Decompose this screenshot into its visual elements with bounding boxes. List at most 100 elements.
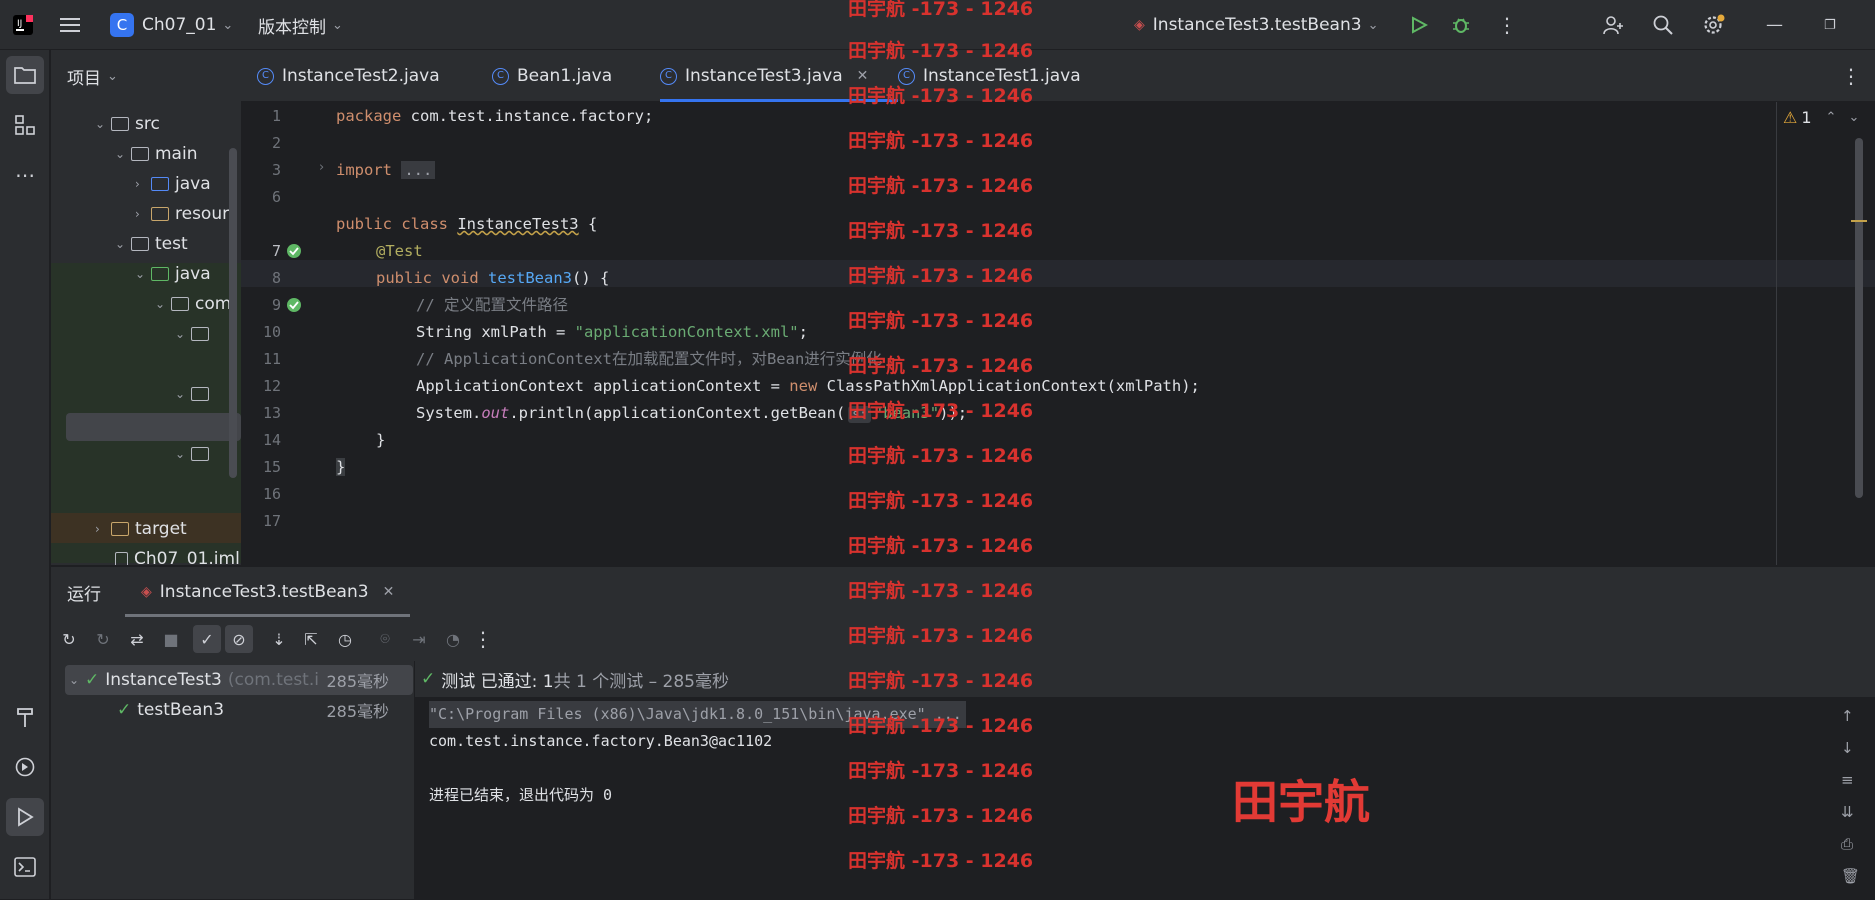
tree-scrollbar[interactable] xyxy=(229,148,237,478)
run-toolbar: ↻ ↻ ⇄ ■ ✓ ⊘ ⇣ ⇱ ◷ ⌾ ⇥ ◔ ⋮ xyxy=(51,617,1875,661)
tree-row-main[interactable]: ⌄ main xyxy=(115,139,197,169)
run-tool-button[interactable] xyxy=(6,798,44,836)
rerun-icon: ↻ xyxy=(62,629,76,649)
package-icon xyxy=(191,387,209,401)
right-margin-guide xyxy=(1776,102,1777,565)
show-passed-toggle[interactable]: ✓ xyxy=(193,625,221,653)
more-vertical-icon: ⋮ xyxy=(473,627,493,651)
chevron-down-icon[interactable]: ⌄ xyxy=(1848,110,1859,125)
code-line: } xyxy=(336,458,346,476)
tree-row-target[interactable]: › target xyxy=(95,514,187,544)
sort-alphabetically-button[interactable]: ⇣ xyxy=(265,625,293,653)
folder-icon xyxy=(131,147,149,161)
import-results-button[interactable]: ⇥ xyxy=(405,625,433,653)
print-icon[interactable]: ⎙ xyxy=(1841,835,1853,853)
run-icon xyxy=(18,807,34,827)
tab-instancetest3[interactable]: C InstanceTest3.java ✕ xyxy=(660,50,899,102)
code-line: // 定义配置文件路径 xyxy=(416,296,568,314)
collapse-all-button[interactable]: ⇱ xyxy=(297,625,325,653)
tree-row-resources[interactable]: › resour xyxy=(135,199,229,229)
console-output[interactable]: ✓ 测试 已通过: 1 共 1 个测试 – 285毫秒 "C:\Program … xyxy=(415,661,1875,900)
more-horizontal-icon: ⋯ xyxy=(15,163,35,187)
tab-instancetest2[interactable]: C InstanceTest2.java xyxy=(257,50,440,102)
add-user-button[interactable] xyxy=(1602,0,1624,50)
test-history-button[interactable]: ◷ xyxy=(331,625,359,653)
restore-button[interactable]: ❐ xyxy=(1824,0,1836,50)
main-menu-button[interactable] xyxy=(60,0,82,50)
rerun-failed-button[interactable]: ↻ xyxy=(89,625,117,653)
inspection-widget[interactable]: ⚠ 1 ⌃ ⌄ xyxy=(1783,108,1859,127)
editor-area: C InstanceTest2.java C Bean1.java C Instanc… xyxy=(241,50,1875,565)
class-icon: C xyxy=(898,67,915,85)
arrow-up-icon[interactable]: ↑ xyxy=(1841,707,1854,725)
excluded-folder-icon xyxy=(111,522,129,536)
tree-row-package-s[interactable]: ⌄ xyxy=(175,439,215,469)
folded-imports[interactable]: ... xyxy=(401,161,436,179)
collapse-icon: ⇱ xyxy=(304,629,318,649)
package-icon xyxy=(191,327,209,341)
run-test-gutter-icon[interactable] xyxy=(285,242,303,260)
run-icon xyxy=(1412,16,1428,34)
fold-chevron-icon[interactable]: › xyxy=(319,160,324,175)
build-tool-button[interactable] xyxy=(6,698,44,736)
run-tab-label: InstanceTest3.testBean3 xyxy=(159,582,369,602)
coverage-button[interactable]: ◔ xyxy=(439,625,467,653)
more-tools-button[interactable]: ⋯ xyxy=(6,156,44,194)
tree-row-test-java[interactable]: ⌄ java xyxy=(135,259,211,289)
console-actions: ↑ ↓ ≡ ⇊ ⎙ 🗑 xyxy=(1827,697,1875,900)
chevron-down-icon: ⌄ xyxy=(107,68,118,84)
scroll-to-end-icon[interactable]: ⇊ xyxy=(1841,803,1854,821)
code-view[interactable]: package com.test.instance.factory; impor… xyxy=(336,102,1776,565)
warning-marker[interactable] xyxy=(1851,220,1867,222)
trash-icon[interactable]: 🗑 xyxy=(1841,867,1860,885)
tree-row-test[interactable]: ⌄ test xyxy=(115,229,188,259)
run-tab[interactable]: ◈ InstanceTest3.testBean3 ✕ xyxy=(125,567,411,617)
vcs-menu[interactable]: 版本控制 ⌄ xyxy=(258,0,343,50)
more-actions-button[interactable]: ⋮ xyxy=(1497,0,1517,50)
selected-row xyxy=(66,413,241,441)
tree-row-package-c[interactable]: ⌄ xyxy=(175,319,215,349)
soft-wrap-icon[interactable]: ≡ xyxy=(1841,771,1854,789)
code-line: ApplicationContext applicationContext = … xyxy=(416,377,1200,395)
chevron-up-icon[interactable]: ⌃ xyxy=(1826,110,1837,125)
settings-button[interactable] xyxy=(1702,0,1726,50)
project-tool-header[interactable]: 项目 ⌄ xyxy=(51,50,241,102)
line-number: 7 xyxy=(271,242,281,260)
debug-button[interactable] xyxy=(1451,0,1471,50)
tree-row-iml[interactable]: Ch07_01.iml xyxy=(115,544,240,565)
export-results-button[interactable]: ⌾ xyxy=(371,625,399,653)
tree-row-package-f[interactable]: ⌄ xyxy=(175,379,215,409)
search-button[interactable] xyxy=(1652,0,1674,50)
editor-scrollbar[interactable] xyxy=(1855,138,1863,498)
rerun-button[interactable]: ↻ xyxy=(55,625,83,653)
test-row-method[interactable]: ✓ testBean3 285毫秒 xyxy=(117,695,409,725)
console-line: com.test.instance.factory.Bean3@ac1102 xyxy=(429,732,773,750)
test-row-class[interactable]: ⌄ ✓ InstanceTest3 (com.test.i 285毫秒 xyxy=(69,665,409,695)
close-icon[interactable]: ✕ xyxy=(383,584,395,600)
structure-tool-button[interactable] xyxy=(6,106,44,144)
tree-row-src[interactable]: ⌄ src xyxy=(95,109,160,139)
app-logo[interactable]: IJ xyxy=(12,0,34,50)
more-run-actions-button[interactable]: ⋮ xyxy=(469,625,497,653)
minimize-button[interactable]: — xyxy=(1766,0,1783,50)
tab-actions-button[interactable]: ⋮ xyxy=(1841,50,1861,102)
run-button[interactable] xyxy=(1410,0,1428,50)
intellij-logo-icon: IJ xyxy=(13,15,33,35)
show-ignored-toggle[interactable]: ⊘ xyxy=(225,625,253,653)
project-switcher[interactable]: C Ch07_01 ⌄ xyxy=(110,0,233,50)
arrow-down-icon[interactable]: ↓ xyxy=(1841,739,1854,757)
run-config-selector[interactable]: ◈ InstanceTest3.testBean3 ⌄ xyxy=(1134,0,1378,50)
stop-button[interactable]: ■ xyxy=(157,625,185,653)
sort-icon: ⇣ xyxy=(272,629,286,649)
console-command-line[interactable]: "C:\Program Files (x86)\Java\jdk1.8.0_15… xyxy=(429,701,966,728)
terminal-tool-button[interactable] xyxy=(6,848,44,886)
tab-instancetest1[interactable]: C InstanceTest1.java xyxy=(898,50,1081,102)
tree-row-com[interactable]: ⌄ com xyxy=(155,289,231,319)
project-tool-button[interactable] xyxy=(6,56,44,94)
close-icon[interactable]: ✕ xyxy=(857,68,869,84)
toggle-auto-test-button[interactable]: ⇄ xyxy=(123,625,151,653)
run-test-gutter-icon[interactable] xyxy=(285,296,303,314)
tab-bean1[interactable]: C Bean1.java xyxy=(492,50,612,102)
tree-row-java[interactable]: › java xyxy=(135,169,211,199)
services-tool-button[interactable] xyxy=(6,748,44,786)
